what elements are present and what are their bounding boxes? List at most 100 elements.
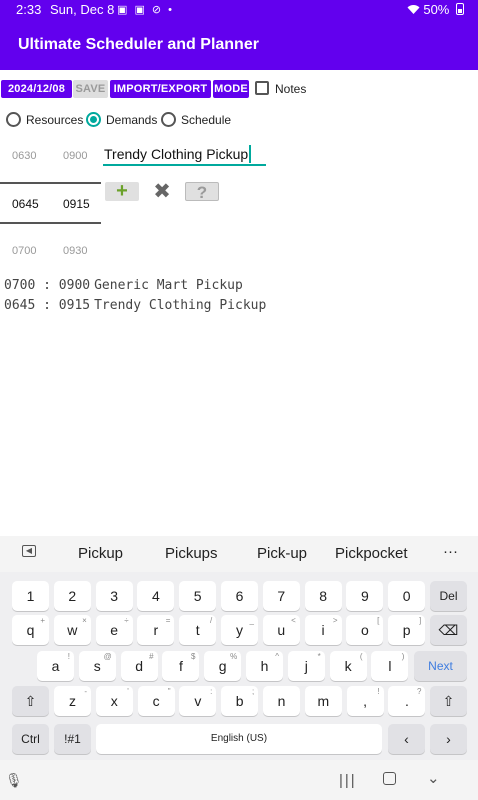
key-y-alt-label: _ xyxy=(249,616,254,625)
key-8-label: 8 xyxy=(319,588,327,604)
key-v[interactable]: v: xyxy=(179,686,217,716)
save-button[interactable]: SAVE xyxy=(73,80,108,98)
suggestion-3[interactable]: Pick-up xyxy=(257,545,307,562)
shift-icon: ⇧ xyxy=(442,693,455,709)
symbols-key[interactable]: !#1 xyxy=(54,724,91,754)
key-k[interactable]: k( xyxy=(329,651,367,681)
add-button[interactable]: + xyxy=(105,181,139,201)
navigation-bar: 🎙 ||| ⌄ xyxy=(0,760,478,800)
key-a[interactable]: a! xyxy=(37,651,74,681)
microphone-icon[interactable]: 🎙 xyxy=(5,772,23,789)
key-w[interactable]: w × xyxy=(53,615,91,645)
space-key[interactable]: English (US) xyxy=(96,724,382,754)
key-p-label: p xyxy=(402,622,411,638)
key-w-label: w xyxy=(67,622,78,638)
key-period-label: . xyxy=(404,693,409,709)
key-z[interactable]: z- xyxy=(54,686,91,716)
key-2-label: 2 xyxy=(68,588,77,604)
key-9-label: 9 xyxy=(360,588,369,604)
next-key-label: Next xyxy=(428,659,453,673)
delete-key[interactable]: Del xyxy=(430,581,467,611)
mode-button[interactable]: MODE xyxy=(213,80,249,98)
key-r-alt-label: = xyxy=(165,616,171,625)
key-r[interactable]: r = xyxy=(137,615,175,645)
key-i[interactable]: i > xyxy=(304,615,342,645)
cursor-right-key[interactable]: › xyxy=(430,724,467,754)
keyboard-toolbar-icon[interactable]: ◀ xyxy=(22,545,36,557)
key-e-label: e xyxy=(110,622,118,638)
key-b-alt-label: ; xyxy=(251,687,255,696)
symbols-key-label: !#1 xyxy=(64,732,81,746)
shift-key[interactable]: ⇧ xyxy=(12,686,49,716)
key-g-label: g xyxy=(218,658,227,674)
suggestion-2[interactable]: Pickups xyxy=(165,545,218,562)
radio-schedule-label: Schedule xyxy=(181,113,232,127)
key-o[interactable]: o[ xyxy=(346,615,384,645)
radio-demands-label: Demands xyxy=(106,113,158,127)
end-time-option[interactable]: 0930 xyxy=(63,245,87,257)
start-time-option[interactable]: 0630 xyxy=(12,150,36,162)
key-t[interactable]: t / xyxy=(179,615,217,645)
next-key[interactable]: Next xyxy=(414,651,467,681)
key-t-alt-label: / xyxy=(209,616,213,625)
key-v-alt-label: : xyxy=(210,687,213,696)
key-6-label: 6 xyxy=(235,588,244,604)
notes-label: Notes xyxy=(275,82,307,96)
cursor-left-key[interactable]: ‹ xyxy=(388,724,425,754)
key-f-label: f xyxy=(178,658,183,674)
key-b[interactable]: b; xyxy=(221,686,259,716)
key-y-label: y xyxy=(236,622,243,638)
demand-name-input[interactable] xyxy=(103,144,266,166)
picker-divider-bottom xyxy=(0,222,101,224)
recent-apps-icon[interactable]: ||| xyxy=(339,772,357,789)
help-button[interactable]: ? xyxy=(185,182,219,202)
key-u[interactable]: u < xyxy=(262,615,300,645)
notes-checkbox[interactable] xyxy=(255,81,269,95)
key-q-label: q xyxy=(26,622,35,638)
start-time-selected[interactable]: 0645 xyxy=(12,197,39,211)
suggestion-1[interactable]: Pickup xyxy=(78,545,123,562)
key-e[interactable]: e ÷ xyxy=(95,615,133,645)
radio-demands[interactable] xyxy=(86,112,101,127)
radio-resources[interactable] xyxy=(6,112,21,127)
suggestion-4[interactable]: Pickpocket xyxy=(335,545,408,562)
key-period[interactable]: .? xyxy=(388,686,426,716)
key-p-alt-label: ] xyxy=(418,616,422,625)
chevron-left-icon: ‹ xyxy=(404,731,409,747)
shift-key-right[interactable]: ⇧ xyxy=(430,686,467,716)
key-n[interactable]: n xyxy=(263,686,300,716)
key-j-alt-label: * xyxy=(317,652,321,661)
list-item[interactable]: 0645 : 0915 Trendy Clothing Pickup xyxy=(4,298,266,313)
key-d[interactable]: d # xyxy=(120,651,158,681)
key-q[interactable]: q + xyxy=(12,615,49,645)
key-k-alt-label: ( xyxy=(359,652,363,661)
key-o-label: o xyxy=(360,622,369,638)
list-item[interactable]: 0700 : 0900 Generic Mart Pickup xyxy=(4,278,243,293)
close-icon[interactable]: ✖ xyxy=(151,181,173,203)
import-export-button[interactable]: IMPORT/EXPORT xyxy=(110,80,211,98)
key-j[interactable]: j * xyxy=(287,651,325,681)
more-suggestions-icon[interactable]: ··· xyxy=(443,543,458,560)
backspace-key[interactable]: ⌫ xyxy=(430,615,467,645)
key-d-label: d xyxy=(135,658,143,674)
back-chevron-icon[interactable]: ⌄ xyxy=(427,769,440,787)
keyboard: 1 2 3 4 5 6 7 8 9 0 Del q + w × e ÷ r = t / y _ u < i > o[p] ⌫ a! s @ d #… xyxy=(0,572,478,760)
key-7-label: 7 xyxy=(277,588,286,604)
end-time-selected[interactable]: 0915 xyxy=(63,197,90,211)
key-a-alt-label: ! xyxy=(67,652,70,661)
key-p[interactable]: p] xyxy=(388,615,426,645)
key-x[interactable]: x ' xyxy=(95,686,133,716)
key-n-label: n xyxy=(277,693,286,709)
key-comma[interactable]: ,! xyxy=(346,686,384,716)
home-icon[interactable] xyxy=(383,772,396,785)
key-c[interactable]: c " xyxy=(137,686,175,716)
key-m[interactable]: m xyxy=(304,686,342,716)
key-y[interactable]: y _ xyxy=(221,615,258,645)
ctrl-key[interactable]: Ctrl xyxy=(12,724,49,754)
radio-schedule[interactable] xyxy=(161,112,176,127)
end-time-option[interactable]: 0900 xyxy=(63,150,87,162)
key-4-label: 4 xyxy=(151,588,160,604)
date-button[interactable]: 2024/12/08 xyxy=(1,80,72,98)
start-time-option[interactable]: 0700 xyxy=(12,245,36,257)
key-v-label: v xyxy=(194,693,202,709)
